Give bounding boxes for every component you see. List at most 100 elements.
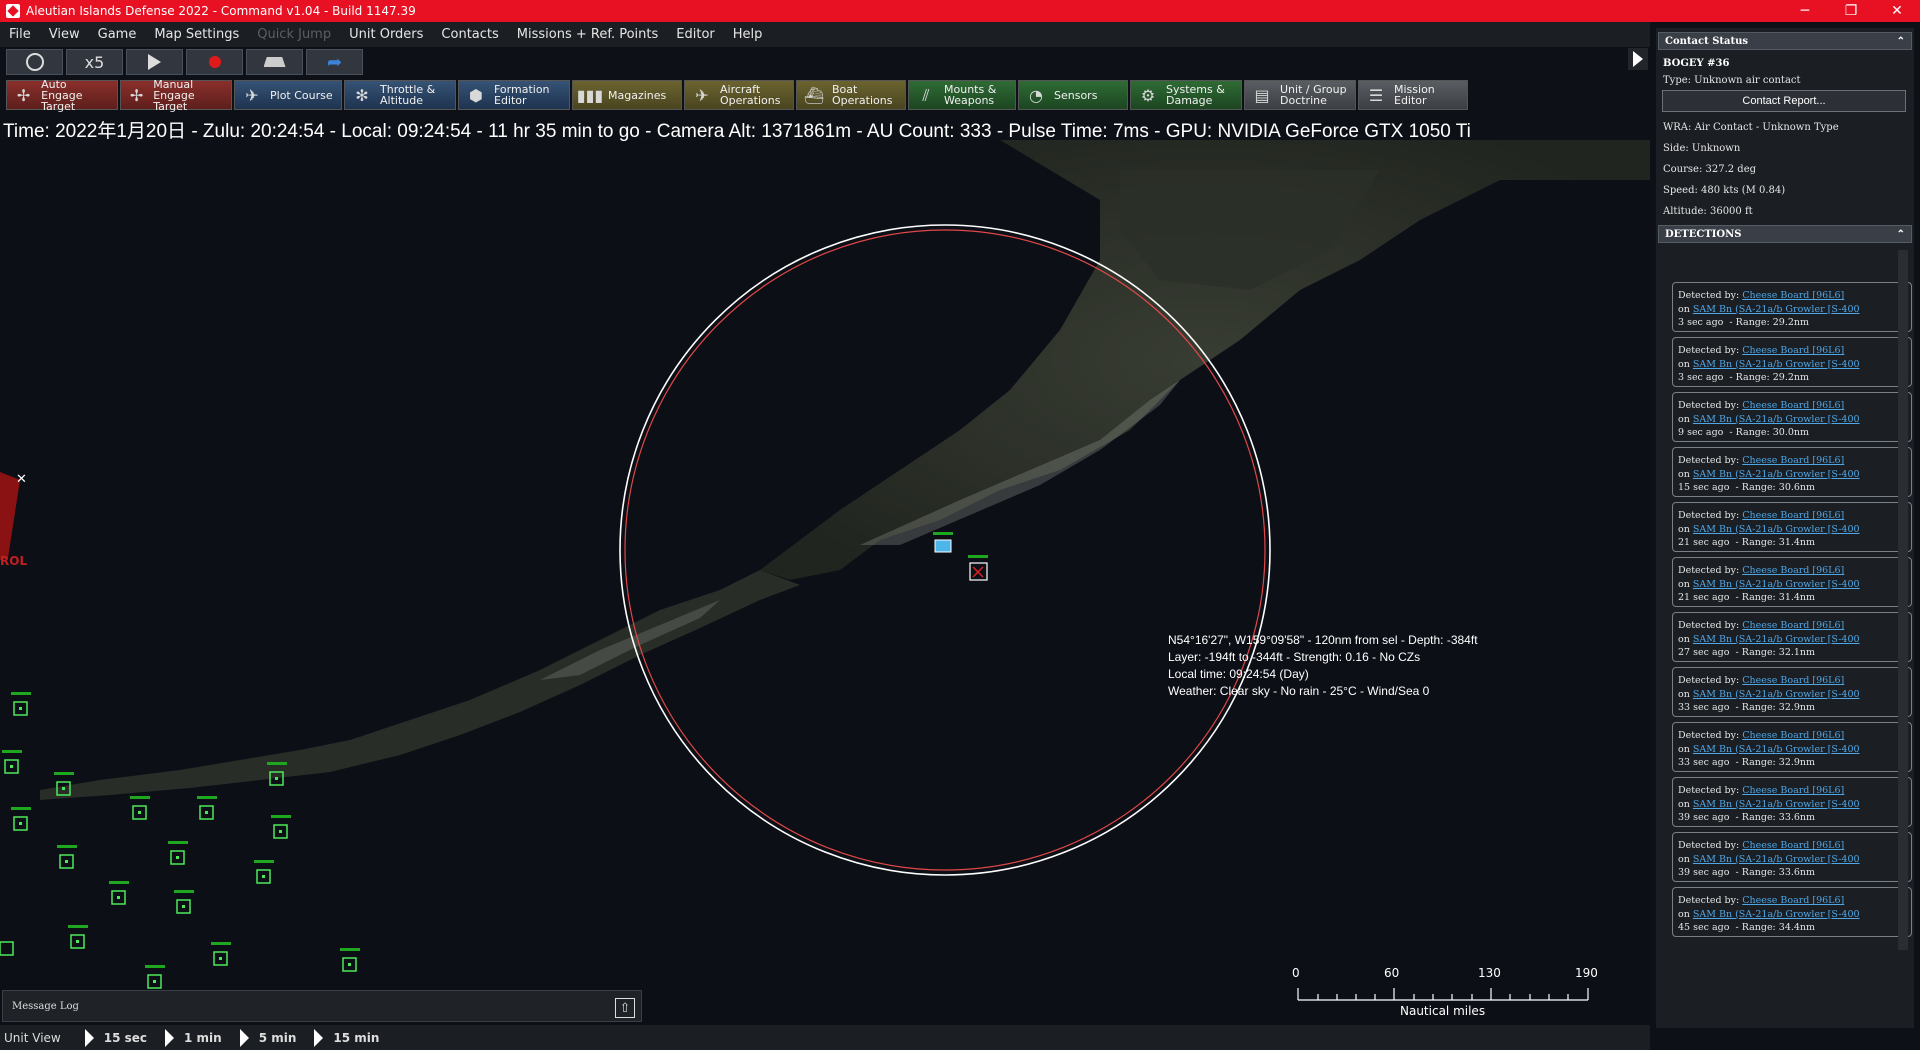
on-label: on: [1678, 303, 1693, 315]
sensor-link[interactable]: Cheese Board [96L6]: [1742, 840, 1844, 851]
sensor-link[interactable]: Cheese Board [96L6]: [1742, 730, 1844, 741]
step-15sec-button[interactable]: 15 sec: [84, 1028, 147, 1047]
detection-age: 3 sec ago: [1678, 372, 1724, 383]
cursor-position: N54°16'27", W159°09'58" - 120nm from sel…: [1168, 633, 1478, 647]
unit-link[interactable]: SAM Bn (SA-21a/b Growler [S-400: [1693, 799, 1860, 810]
menu-map-settings[interactable]: Map Settings: [145, 27, 248, 42]
unit-link[interactable]: SAM Bn (SA-21a/b Growler [S-400: [1693, 469, 1860, 480]
sensor-link[interactable]: Cheese Board [96L6]: [1742, 565, 1844, 576]
menu-view[interactable]: View: [40, 27, 89, 42]
systems-damage-button[interactable]: ⚙ Systems & Damage: [1130, 80, 1242, 110]
section-title: Contact Status: [1665, 35, 1749, 47]
doctrine-button[interactable]: ▤ Unit / Group Doctrine: [1244, 80, 1356, 110]
unit-link[interactable]: SAM Bn (SA-21a/b Growler [S-400: [1693, 524, 1860, 535]
sensor-link[interactable]: Cheese Board [96L6]: [1742, 675, 1844, 686]
formation-editor-button[interactable]: ⬢ Formation Editor: [458, 80, 570, 110]
unit-health-bar: [968, 555, 988, 558]
step-1min-button[interactable]: 1 min: [165, 1028, 222, 1047]
play-icon: [165, 1028, 174, 1047]
restore-button[interactable]: ❐: [1828, 0, 1874, 22]
detection-range: Range: 30.6nm: [1741, 482, 1816, 493]
unit-link[interactable]: SAM Bn (SA-21a/b Growler [S-400: [1693, 414, 1860, 425]
sensor-link[interactable]: Cheese Board [96L6]: [1742, 785, 1844, 796]
chevron-up-icon[interactable]: ⌃: [1897, 36, 1905, 47]
menu-file[interactable]: File: [0, 27, 40, 42]
tactical-map[interactable]: ✕ ROL 0 60 130 190 Nautical miles: [0, 140, 1650, 1028]
crosshair-icon: ✢: [129, 85, 144, 105]
expand-icon[interactable]: ⇧: [615, 998, 635, 1018]
unit-link[interactable]: SAM Bn (SA-21a/b Growler [S-400: [1693, 689, 1860, 700]
sensor-link[interactable]: Cheese Board [96L6]: [1742, 400, 1844, 411]
unit-link[interactable]: SAM Bn (SA-21a/b Growler [S-400: [1693, 359, 1860, 370]
detection-range: Range: 33.6nm: [1741, 867, 1816, 878]
sensor-link[interactable]: Cheese Board [96L6]: [1742, 895, 1844, 906]
chevron-right-icon: [1633, 51, 1643, 67]
unit-view-label[interactable]: Unit View: [0, 1031, 67, 1045]
landmass: [1120, 170, 1380, 290]
detected-by-label: Detected by:: [1678, 895, 1743, 906]
menu-unit-orders[interactable]: Unit Orders: [340, 27, 432, 42]
unit-link[interactable]: SAM Bn (SA-21a/b Growler [S-400: [1693, 634, 1860, 645]
snow: [540, 600, 720, 680]
aircraft-ops-button[interactable]: ✈ Aircraft Operations: [684, 80, 794, 110]
step-5min-button[interactable]: 5 min: [239, 1028, 296, 1047]
detection-entry: Detected by: Cheese Board [96L6] on SAM B…: [1672, 282, 1912, 332]
play-button[interactable]: [126, 49, 183, 75]
close-button[interactable]: ✕: [1874, 0, 1920, 22]
contact-status-header[interactable]: Contact Status ⌃: [1658, 32, 1912, 50]
record-button[interactable]: [186, 49, 243, 75]
detections-list: Detected by: Cheese Board [96L6] on SAM B…: [1672, 282, 1912, 942]
mounts-weapons-button[interactable]: ⫽ Mounts & Weapons: [908, 80, 1016, 110]
cursor-layer: Layer: -194ft to -344ft - Strength: 0.16…: [1168, 650, 1421, 664]
throttle-button[interactable]: ✻ Throttle & Altitude: [344, 80, 456, 110]
contact-report-button[interactable]: Contact Report...: [1662, 90, 1906, 112]
unit-link[interactable]: SAM Bn (SA-21a/b Growler [S-400: [1693, 579, 1860, 590]
svg-text:✕: ✕: [16, 472, 27, 487]
detected-by-label: Detected by:: [1678, 400, 1743, 411]
btn-label: Plot Course: [270, 88, 333, 102]
status-line: Time: 2022年1月20日 - Zulu: 20:24:54 - Loca…: [3, 121, 1471, 142]
detections-scrollbar[interactable]: [1898, 250, 1908, 950]
detected-by-label: Detected by:: [1678, 730, 1743, 741]
collapse-panel-button[interactable]: [1628, 48, 1648, 70]
unit-link[interactable]: SAM Bn (SA-21a/b Growler [S-400: [1693, 304, 1860, 315]
boat-ops-button[interactable]: ⛴ Boat Operations: [796, 80, 906, 110]
jump-button[interactable]: ➦: [306, 49, 363, 75]
detection-entry: Detected by: Cheese Board [96L6] on SAM B…: [1672, 832, 1912, 882]
message-log[interactable]: Message Log ⇧: [2, 990, 642, 1022]
unit-link[interactable]: SAM Bn (SA-21a/b Growler [S-400: [1693, 854, 1860, 865]
sensor-link[interactable]: Cheese Board [96L6]: [1742, 510, 1844, 521]
plot-course-button[interactable]: ✈ Plot Course: [234, 80, 342, 110]
menu-help[interactable]: Help: [724, 27, 772, 42]
sensor-link[interactable]: Cheese Board [96L6]: [1742, 455, 1844, 466]
magazines-button[interactable]: ▮▮▮ Magazines: [572, 80, 682, 110]
menu-game[interactable]: Game: [89, 27, 146, 42]
detections-header[interactable]: DETECTIONS ⌃: [1658, 225, 1912, 243]
clock-button[interactable]: [6, 49, 63, 75]
menu-editor[interactable]: Editor: [667, 27, 723, 42]
sensor-link[interactable]: Cheese Board [96L6]: [1742, 620, 1844, 631]
section-title: DETECTIONS: [1665, 228, 1742, 240]
minimize-button[interactable]: ─: [1782, 0, 1828, 22]
auto-engage-button[interactable]: ✢ Auto Engage Target: [6, 79, 118, 112]
map-button[interactable]: [246, 49, 303, 75]
detected-by-label: Detected by:: [1678, 840, 1743, 851]
chevron-up-icon[interactable]: ⌃: [1897, 229, 1905, 240]
btn-label: Damage: [1166, 94, 1213, 107]
sensors-button[interactable]: ◔ Sensors: [1018, 80, 1128, 110]
menu-missions[interactable]: Missions + Ref. Points: [508, 27, 668, 42]
manual-engage-button[interactable]: ✢ Manual Engage Target: [120, 79, 232, 112]
unit-link[interactable]: SAM Bn (SA-21a/b Growler [S-400: [1693, 909, 1860, 920]
map-label: ROL: [0, 554, 28, 568]
menu-contacts[interactable]: Contacts: [432, 27, 507, 42]
detection-range: Range: 34.4nm: [1741, 922, 1816, 933]
step-15min-button[interactable]: 15 min: [314, 1028, 379, 1047]
unit-link[interactable]: SAM Bn (SA-21a/b Growler [S-400: [1693, 744, 1860, 755]
sensor-link[interactable]: Cheese Board [96L6]: [1742, 345, 1844, 356]
detection-age: 27 sec ago: [1678, 647, 1730, 658]
mission-editor-button[interactable]: ☰ Mission Editor: [1358, 80, 1468, 110]
sensor-link[interactable]: Cheese Board [96L6]: [1742, 290, 1844, 301]
on-label: on: [1678, 688, 1693, 700]
mounts-icon: ⫽: [922, 85, 930, 105]
speed-button[interactable]: x5: [66, 49, 123, 75]
